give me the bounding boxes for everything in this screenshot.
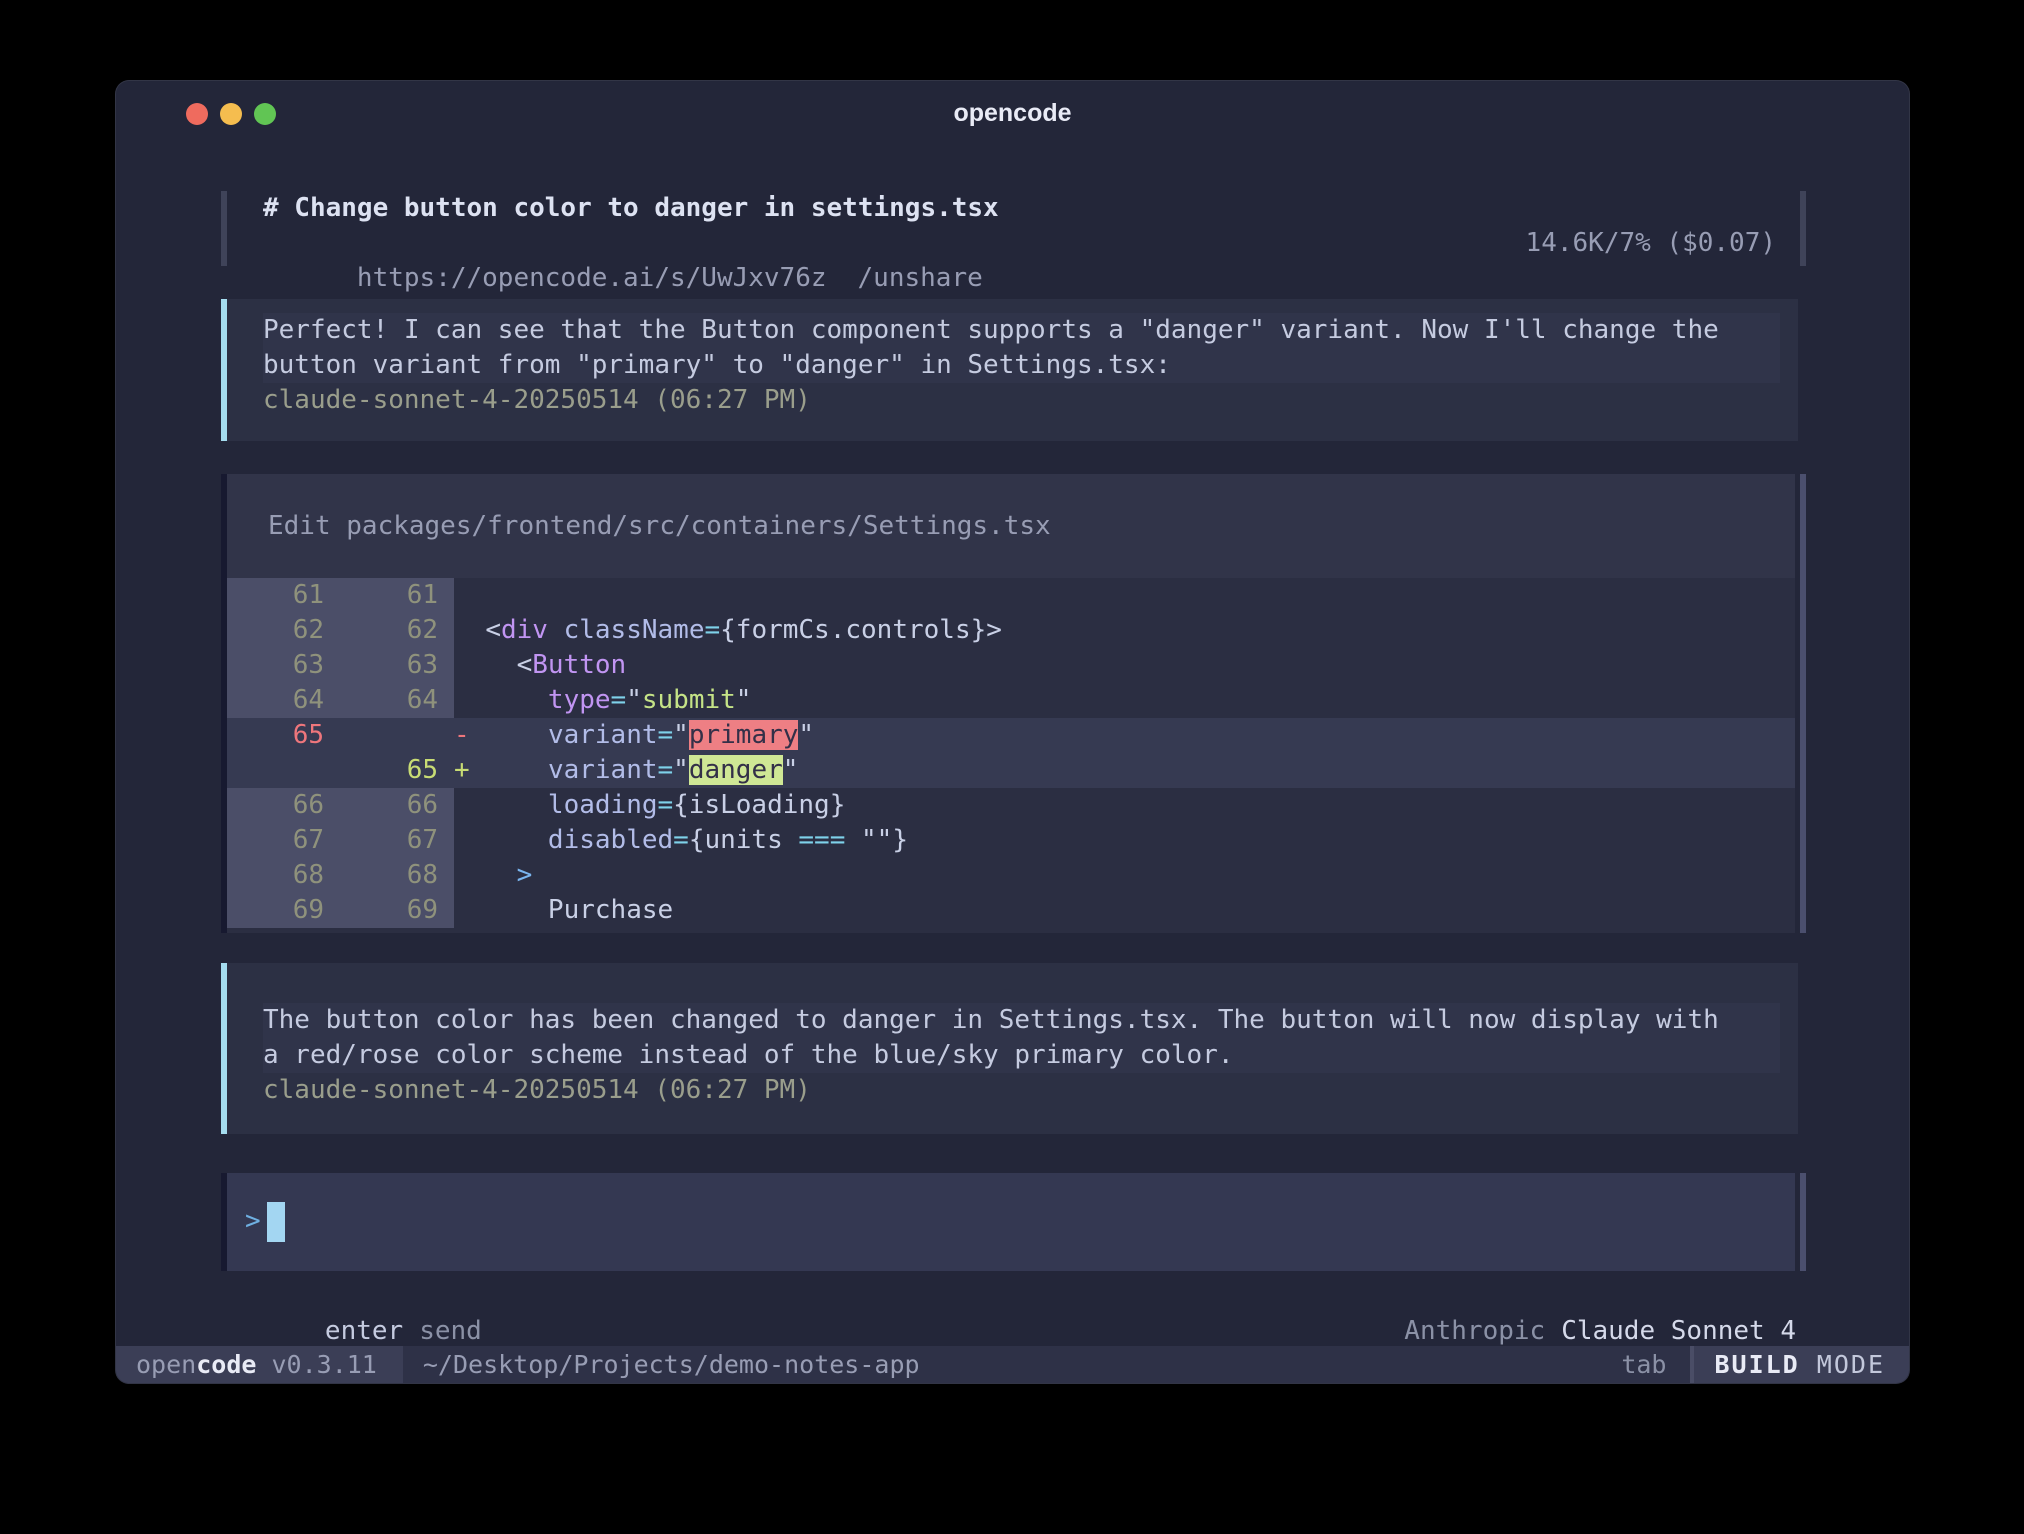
diff-code-line: + variant="danger"	[454, 753, 1795, 788]
window-title: opencode	[116, 99, 1909, 128]
diff-row: 6464 type="submit"	[227, 683, 1795, 718]
message-line: Perfect! I can see that the Button compo…	[263, 313, 1780, 348]
diff-code-line: Purchase	[454, 893, 1795, 928]
diff-old-line-number: 66	[227, 788, 343, 823]
diff-new-line-number: 61	[343, 578, 454, 613]
status-bar: opencode v0.3.11 ~/Desktop/Projects/demo…	[116, 1346, 1909, 1383]
diff-code-line: loading={isLoading}	[454, 788, 1795, 823]
diff-old-line-number: 69	[227, 893, 343, 928]
edit-inner: Edit packages/frontend/src/containers/Se…	[227, 474, 1795, 933]
message-paragraph: The button color has been changed to dan…	[263, 1003, 1780, 1073]
unshare-command[interactable]: /unshare	[858, 263, 983, 293]
message-paragraph: Perfect! I can see that the Button compo…	[263, 313, 1780, 383]
diff-new-line-number: 63	[343, 648, 454, 683]
app-version-badge: opencode v0.3.11	[116, 1346, 403, 1383]
edit-tool-block: Edit packages/frontend/src/containers/Se…	[221, 474, 1806, 933]
message-line: button variant from "primary" to "danger…	[263, 348, 1780, 383]
mode-name: BUILD	[1714, 1350, 1799, 1379]
input-right-rule	[1800, 1173, 1806, 1271]
assistant-message: The button color has been changed to dan…	[221, 963, 1798, 1134]
diff-row: 6969 Purchase	[227, 893, 1795, 928]
diff-code-line: - variant="primary"	[454, 718, 1795, 753]
model-label: Claude Sonnet 4	[1561, 1316, 1796, 1346]
opencode-window: opencode # Change button color to danger…	[115, 80, 1910, 1384]
diff-row: 65+ variant="danger"	[227, 753, 1795, 788]
diff-new-line-number: 67	[343, 823, 454, 858]
diff-new-line-number: 65	[343, 753, 454, 788]
edit-file-path: Edit packages/frontend/src/containers/Se…	[268, 509, 1795, 544]
diff-row: 6363 <Button	[227, 648, 1795, 683]
edit-header: Edit packages/frontend/src/containers/Se…	[227, 474, 1795, 578]
model-timestamp: claude-sonnet-4-20250514 (06:27 PM)	[263, 383, 1780, 418]
diff-new-line-number: 68	[343, 858, 454, 893]
message-line: The button color has been changed to dan…	[263, 1003, 1780, 1038]
diff-row: 6868 >	[227, 858, 1795, 893]
diff-code-line	[454, 578, 1795, 613]
diff-code-line: type="submit"	[454, 683, 1795, 718]
app-name-bold: code	[196, 1350, 256, 1379]
diff-new-line-number: 62	[343, 613, 454, 648]
diff-old-line-number: 68	[227, 858, 343, 893]
tab-key-hint: tab	[1621, 1346, 1690, 1383]
share-url[interactable]: https://opencode.ai/s/UwJxv76z	[357, 263, 827, 293]
diff-old-line-number: 61	[227, 578, 343, 613]
prompt-input[interactable]: >	[221, 1173, 1806, 1271]
diff-new-line-number: 66	[343, 788, 454, 823]
diff-new-line-number	[343, 718, 454, 753]
diff-row: 6767 disabled={units === ""}	[227, 823, 1795, 858]
mode-suffix: MODE	[1800, 1350, 1885, 1379]
titlebar: opencode	[116, 81, 1909, 149]
input-inner[interactable]: >	[227, 1173, 1795, 1271]
hint-footer: entersend AnthropicClaude Sonnet 4	[221, 1279, 1806, 1314]
prompt-symbol: >	[245, 1204, 261, 1239]
provider-label: Anthropic	[1404, 1316, 1545, 1346]
assistant-message: Perfect! I can see that the Button compo…	[221, 299, 1798, 441]
diff-old-line-number: 65	[227, 718, 343, 753]
mode-badge[interactable]: BUILD MODE	[1694, 1346, 1909, 1383]
edit-right-rule	[1800, 474, 1806, 933]
header-right-rule	[1800, 191, 1806, 266]
app-name-prefix: open	[136, 1350, 196, 1379]
model-timestamp: claude-sonnet-4-20250514 (06:27 PM)	[263, 1073, 1780, 1108]
diff-row: 6262 <div className={formCs.controls}>	[227, 613, 1795, 648]
message-line: a red/rose color scheme instead of the b…	[263, 1038, 1780, 1073]
diff-old-line-number: 67	[227, 823, 343, 858]
diff-old-line-number: 63	[227, 648, 343, 683]
diff-code-line: <Button	[454, 648, 1795, 683]
diff-code-line: disabled={units === ""}	[454, 823, 1795, 858]
diff-row: 65 - variant="primary"	[227, 718, 1795, 753]
header-left-rule	[221, 191, 227, 266]
diff-old-line-number: 62	[227, 613, 343, 648]
diff-old-line-number	[227, 753, 343, 788]
statusbar-spacer	[920, 1346, 1622, 1383]
session-title: # Change button color to danger in setti…	[263, 191, 999, 226]
session-subtitle: https://opencode.ai/s/UwJxv76z/unshare	[263, 226, 983, 261]
send-action-label: send	[419, 1316, 482, 1346]
diff-rows: 61616262 <div className={formCs.controls…	[227, 578, 1795, 933]
enter-key-hint: enter	[325, 1316, 403, 1346]
text-cursor	[267, 1202, 285, 1242]
diff-row: 6666 loading={isLoading}	[227, 788, 1795, 823]
diff-code-line: <div className={formCs.controls}>	[454, 613, 1795, 648]
token-usage: 14.6K/7% ($0.07)	[1526, 226, 1776, 261]
prompt-line[interactable]: >	[245, 1204, 1795, 1239]
app-version: v0.3.11	[256, 1350, 376, 1379]
diff-code-line: >	[454, 858, 1795, 893]
diff-row: 6161	[227, 578, 1795, 613]
working-directory: ~/Desktop/Projects/demo-notes-app	[423, 1346, 920, 1383]
diff-new-line-number: 64	[343, 683, 454, 718]
diff-new-line-number: 69	[343, 893, 454, 928]
diff-old-line-number: 64	[227, 683, 343, 718]
session-header: # Change button color to danger in setti…	[221, 191, 1806, 266]
